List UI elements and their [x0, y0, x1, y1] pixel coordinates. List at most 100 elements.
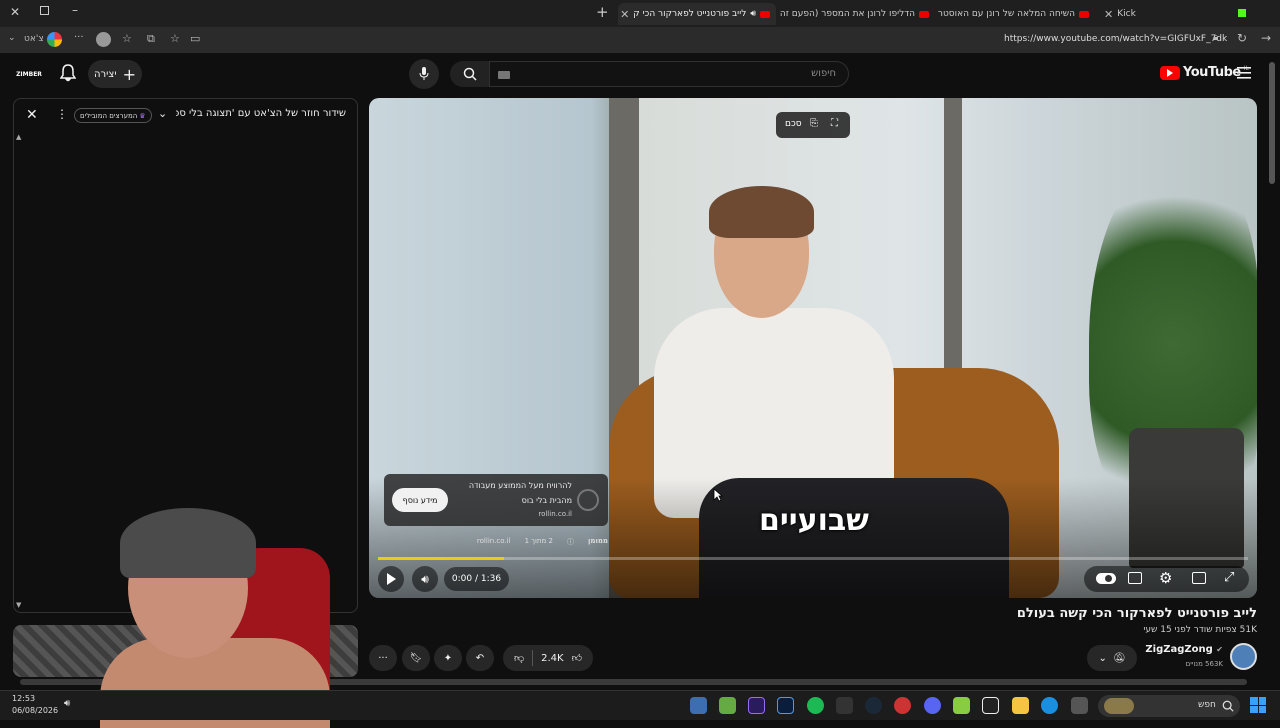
ad-footer: ממומן ⓘ 2 מתוך 1 rollin.co.il	[383, 537, 608, 547]
edge-icon[interactable]	[1041, 697, 1058, 714]
keyboard-icon[interactable]	[498, 71, 510, 79]
create-label: יצירה	[94, 68, 117, 80]
video-title: לייב פורטנייט לפארקור הכי קשה בעולם	[1016, 606, 1257, 621]
player-right-controls: ⚙ ⤢	[1084, 566, 1249, 592]
more-actions-button[interactable]: ···	[369, 645, 397, 671]
new-tab-icon[interactable]: +	[596, 3, 609, 21]
save-button[interactable]: 🔖︎	[402, 645, 430, 671]
premiere-icon[interactable]	[748, 697, 765, 714]
profile-label[interactable]: צ'אט	[24, 34, 44, 44]
play-button[interactable]	[378, 566, 404, 592]
spotify-icon[interactable]	[807, 697, 824, 714]
play-icon	[386, 573, 396, 585]
ad-card[interactable]: מידע נוסף להרוויח מעל הממוצע מעבודה מהבי…	[384, 474, 608, 526]
windows-taskbar: 12:53 06/08/2026 🔊︎ חפש	[0, 690, 1280, 720]
app-green-icon[interactable]	[953, 697, 970, 714]
video-meta: 51K צפיות שודר לפני 15 שעי	[1143, 625, 1257, 635]
calculator-icon[interactable]	[690, 697, 707, 714]
channel-name[interactable]: ZigZagZong	[1145, 644, 1212, 655]
screenshot-icon[interactable]: ⛶	[831, 118, 838, 129]
restore-window-icon[interactable]	[40, 6, 49, 15]
epic-games-icon[interactable]	[836, 697, 853, 714]
search-button[interactable]	[450, 61, 490, 87]
minimize-window-icon[interactable]: –	[72, 3, 78, 17]
tab-label: לייב פורטנייט לפארקור הכי ק	[633, 9, 747, 19]
tradingview-icon[interactable]	[982, 697, 999, 714]
close-tab-icon[interactable]: ✕	[1104, 8, 1113, 21]
captions-icon[interactable]	[1128, 572, 1142, 584]
summarize-pill[interactable]: סכם ⎘ ⛶	[776, 112, 850, 138]
url-field[interactable]: https://www.youtube.com/watch?v=GIGFUxF_…	[1004, 34, 1227, 44]
create-button[interactable]: יצירה +	[88, 60, 142, 88]
tab-active-video[interactable]: 🔊︎ לייב פורטנייט לפארקור הכי ק ✕	[618, 3, 776, 25]
chevron-down-icon: ⌄	[1098, 652, 1107, 664]
like-icon[interactable]: 👍︎	[572, 652, 582, 664]
tab-ronen-number[interactable]: הדליפו לרונן את המספר (הפעם זה ✕	[778, 3, 935, 25]
add-favorite-icon[interactable]: ☆	[170, 32, 180, 45]
vertical-scrollbar[interactable]	[1269, 62, 1275, 184]
avatar[interactable]	[96, 32, 111, 47]
windows-start-icon[interactable]	[1250, 697, 1266, 713]
steam-icon[interactable]	[865, 697, 882, 714]
progress-bar[interactable]	[378, 557, 1248, 560]
speaker-icon[interactable]: 🔊︎	[64, 698, 70, 709]
plus-icon: +	[122, 64, 136, 84]
photoshop-icon[interactable]	[777, 697, 794, 714]
youtube-logo[interactable]: YouTube IL	[1160, 65, 1249, 80]
top-fans-badge[interactable]: ♛ המערצים המובילים	[74, 108, 152, 123]
chevron-down-icon[interactable]: ⌄	[8, 33, 16, 43]
notifications-icon[interactable]	[60, 64, 76, 82]
scroll-down-arrow-icon[interactable]: ▼	[16, 601, 21, 609]
forward-icon[interactable]: →	[1261, 31, 1271, 45]
share-button[interactable]: ↶	[466, 645, 494, 671]
tab-kick[interactable]: ✕ Kick	[1098, 3, 1158, 25]
voice-search-button[interactable]	[409, 59, 439, 89]
ad-learn-more-button[interactable]: מידע נוסף	[392, 488, 448, 512]
taskbar-search[interactable]: חפש	[1098, 695, 1240, 717]
subscribed-button[interactable]: ⌄ 🔕︎	[1087, 645, 1137, 671]
tab-ronen-call[interactable]: השיחה המלאה של רונן עם האוסטר ✕	[938, 3, 1095, 25]
file-explorer-icon[interactable]	[1012, 697, 1029, 714]
extensions-icon[interactable]: ⧉	[147, 32, 155, 46]
app-red-icon[interactable]	[894, 697, 911, 714]
scroll-up-arrow-icon[interactable]: ▲	[16, 133, 21, 141]
bookmark-icon: 🔖︎	[409, 652, 423, 664]
ad-logo-icon	[577, 489, 599, 511]
channel-name-row[interactable]: ZigZagZong ✔	[1145, 644, 1223, 655]
split-screen-icon[interactable]: ▭	[190, 32, 200, 45]
task-view-icon[interactable]	[1071, 697, 1088, 714]
video-player[interactable]: סכם ⎘ ⛶ שבועיים מידע נוסף להרוויח מעל המ…	[369, 98, 1257, 598]
copy-icon[interactable]: ⎘	[810, 118, 818, 129]
close-tab-icon[interactable]: ✕	[620, 8, 629, 21]
refresh-icon[interactable]: ↻	[1237, 31, 1247, 45]
favorites-icon[interactable]: ☆	[122, 32, 132, 45]
chat-header-title[interactable]: שידור חוזר של הצ'אט עם 'תצוגה בלי ספ...	[176, 108, 346, 119]
clock-date[interactable]: 06/08/2026	[12, 706, 58, 715]
person-hair	[709, 186, 814, 238]
chevron-down-icon[interactable]: ⌄	[158, 107, 167, 120]
tab-label: Kick	[1117, 9, 1136, 19]
ask-ai-button[interactable]: ✦	[434, 645, 462, 671]
settings-gear-icon[interactable]: ⚙	[1159, 569, 1172, 587]
close-window-icon[interactable]: ✕	[10, 5, 20, 19]
app-icon[interactable]	[719, 697, 736, 714]
more-icon[interactable]: ···	[74, 32, 84, 43]
clock-time[interactable]: 12:53	[12, 694, 35, 703]
close-chat-icon[interactable]: ✕	[26, 107, 38, 123]
more-vert-icon[interactable]: ⋮	[56, 107, 68, 121]
volume-button[interactable]: 🔊︎	[412, 566, 438, 592]
menu-icon[interactable]	[1237, 67, 1251, 79]
search-input[interactable]: חיפוש	[489, 61, 849, 87]
fullscreen-icon[interactable]: ⤢	[1224, 570, 1234, 585]
autoplay-toggle[interactable]	[1096, 573, 1116, 584]
search-icon	[463, 67, 477, 81]
discord-icon[interactable]	[924, 697, 941, 714]
ad-info-icon[interactable]: ⓘ	[567, 537, 574, 547]
tab-audio-icon[interactable]: 🔊︎	[750, 9, 756, 19]
channel-avatar[interactable]	[1230, 643, 1257, 670]
dislike-icon[interactable]: 👎︎	[514, 652, 524, 664]
miniplayer-icon[interactable]	[1192, 572, 1206, 584]
share-icon: ↶	[475, 652, 485, 664]
account-logo[interactable]: ZIMBER	[16, 63, 42, 85]
copilot-icon[interactable]	[47, 32, 62, 47]
